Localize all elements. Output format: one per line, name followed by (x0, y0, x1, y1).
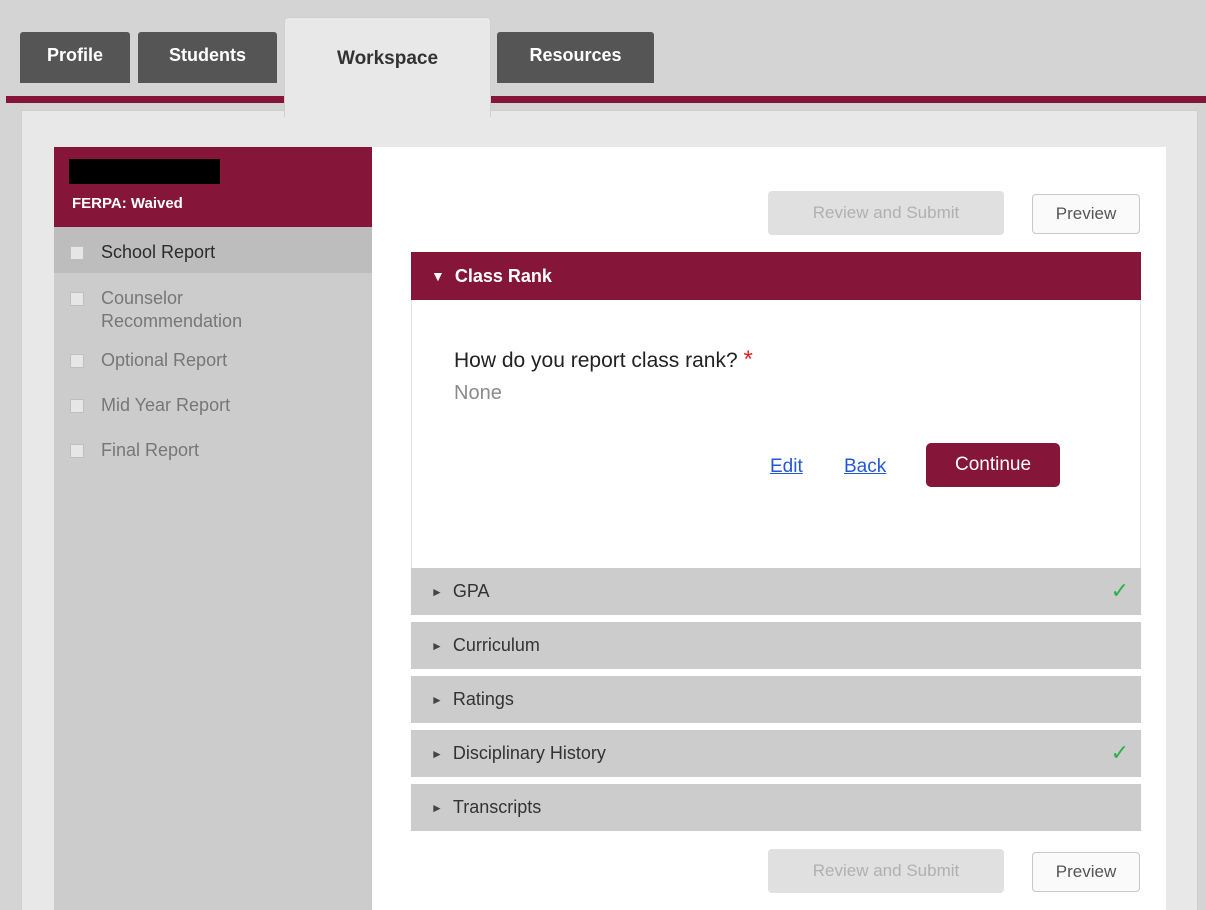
sidebar-item-counselor-recommendation[interactable]: Counselor Recommendation (54, 287, 372, 333)
ferpa-status: FERPA: Waived (72, 195, 183, 212)
review-submit-button-bottom[interactable]: Review and Submit (768, 849, 1004, 893)
complete-check-icon: ✓ (1110, 740, 1129, 765)
top-navigation: Profile Students Workspace Resources (0, 0, 1206, 117)
sidebar-item-optional-report[interactable]: Optional Report (54, 349, 372, 372)
collapsed-triangle-icon: ► (431, 800, 443, 815)
tab-workspace[interactable]: Workspace (284, 17, 491, 117)
collapsed-triangle-icon: ► (431, 638, 443, 653)
sidebar-item-label: Final Report (101, 440, 200, 460)
sidebar-item-school-report[interactable]: School Report (54, 227, 386, 273)
answer-value: None (454, 382, 502, 404)
sidebar-item-label: Mid Year Report (101, 395, 231, 415)
collapsed-triangle-icon: ► (431, 746, 443, 761)
student-header: FERPA: Waived (54, 147, 372, 227)
tab-profile[interactable]: Profile (20, 32, 130, 83)
section-header-class-rank[interactable]: ▼ Class Rank (411, 252, 1141, 300)
section-title: Transcripts (452, 797, 542, 817)
edit-link[interactable]: Edit (770, 456, 803, 478)
section-header-curriculum[interactable]: ► Curriculum (411, 622, 1141, 669)
preview-button-top[interactable]: Preview (1032, 194, 1140, 234)
section-header-transcripts[interactable]: ► Transcripts (411, 784, 1141, 831)
collapsed-triangle-icon: ► (431, 692, 443, 707)
sidebar: FERPA: Waived School Report Counselor Re… (54, 147, 386, 910)
complete-check-icon: ✓ (1110, 578, 1129, 603)
checkbox-icon (70, 354, 84, 368)
section-title: Ratings (452, 689, 514, 709)
collapsed-triangle-icon: ► (431, 584, 443, 599)
review-submit-button-top[interactable]: Review and Submit (768, 191, 1004, 235)
checkbox-icon (70, 399, 84, 413)
sidebar-item-final-report[interactable]: Final Report (54, 439, 372, 462)
section-title: Class Rank (454, 265, 552, 286)
sidebar-item-mid-year-report[interactable]: Mid Year Report (54, 394, 372, 417)
section-title: GPA (452, 581, 490, 601)
question-label: How do you report class rank? * (454, 346, 753, 374)
redacted-student-name (69, 159, 220, 184)
checkbox-icon (70, 292, 84, 306)
form-list: School Report Counselor Recommendation O… (54, 227, 386, 462)
sidebar-item-label: Optional Report (101, 350, 228, 370)
sidebar-item-label: School Report (101, 242, 216, 262)
preview-button-bottom[interactable]: Preview (1032, 852, 1140, 892)
sidebar-item-label: Counselor Recommendation (101, 288, 243, 331)
checkbox-icon (70, 444, 84, 458)
section-body-class-rank: How do you report class rank? * None Edi… (411, 300, 1141, 568)
section-header-ratings[interactable]: ► Ratings (411, 676, 1141, 723)
tab-resources[interactable]: Resources (497, 32, 654, 83)
required-marker: * (743, 346, 753, 373)
section-title: Curriculum (452, 635, 540, 655)
continue-button[interactable]: Continue (926, 443, 1060, 487)
checkbox-icon (70, 246, 84, 260)
question-text: How do you report class rank? (454, 349, 738, 372)
section-title: Disciplinary History (452, 743, 606, 763)
back-link[interactable]: Back (844, 456, 886, 478)
section-header-disciplinary-history[interactable]: ► Disciplinary History ✓ (411, 730, 1141, 777)
section-header-gpa[interactable]: ► GPA ✓ (411, 568, 1141, 615)
tab-underline (6, 96, 1206, 103)
tab-students[interactable]: Students (138, 32, 277, 83)
expanded-triangle-icon: ▼ (431, 268, 445, 284)
